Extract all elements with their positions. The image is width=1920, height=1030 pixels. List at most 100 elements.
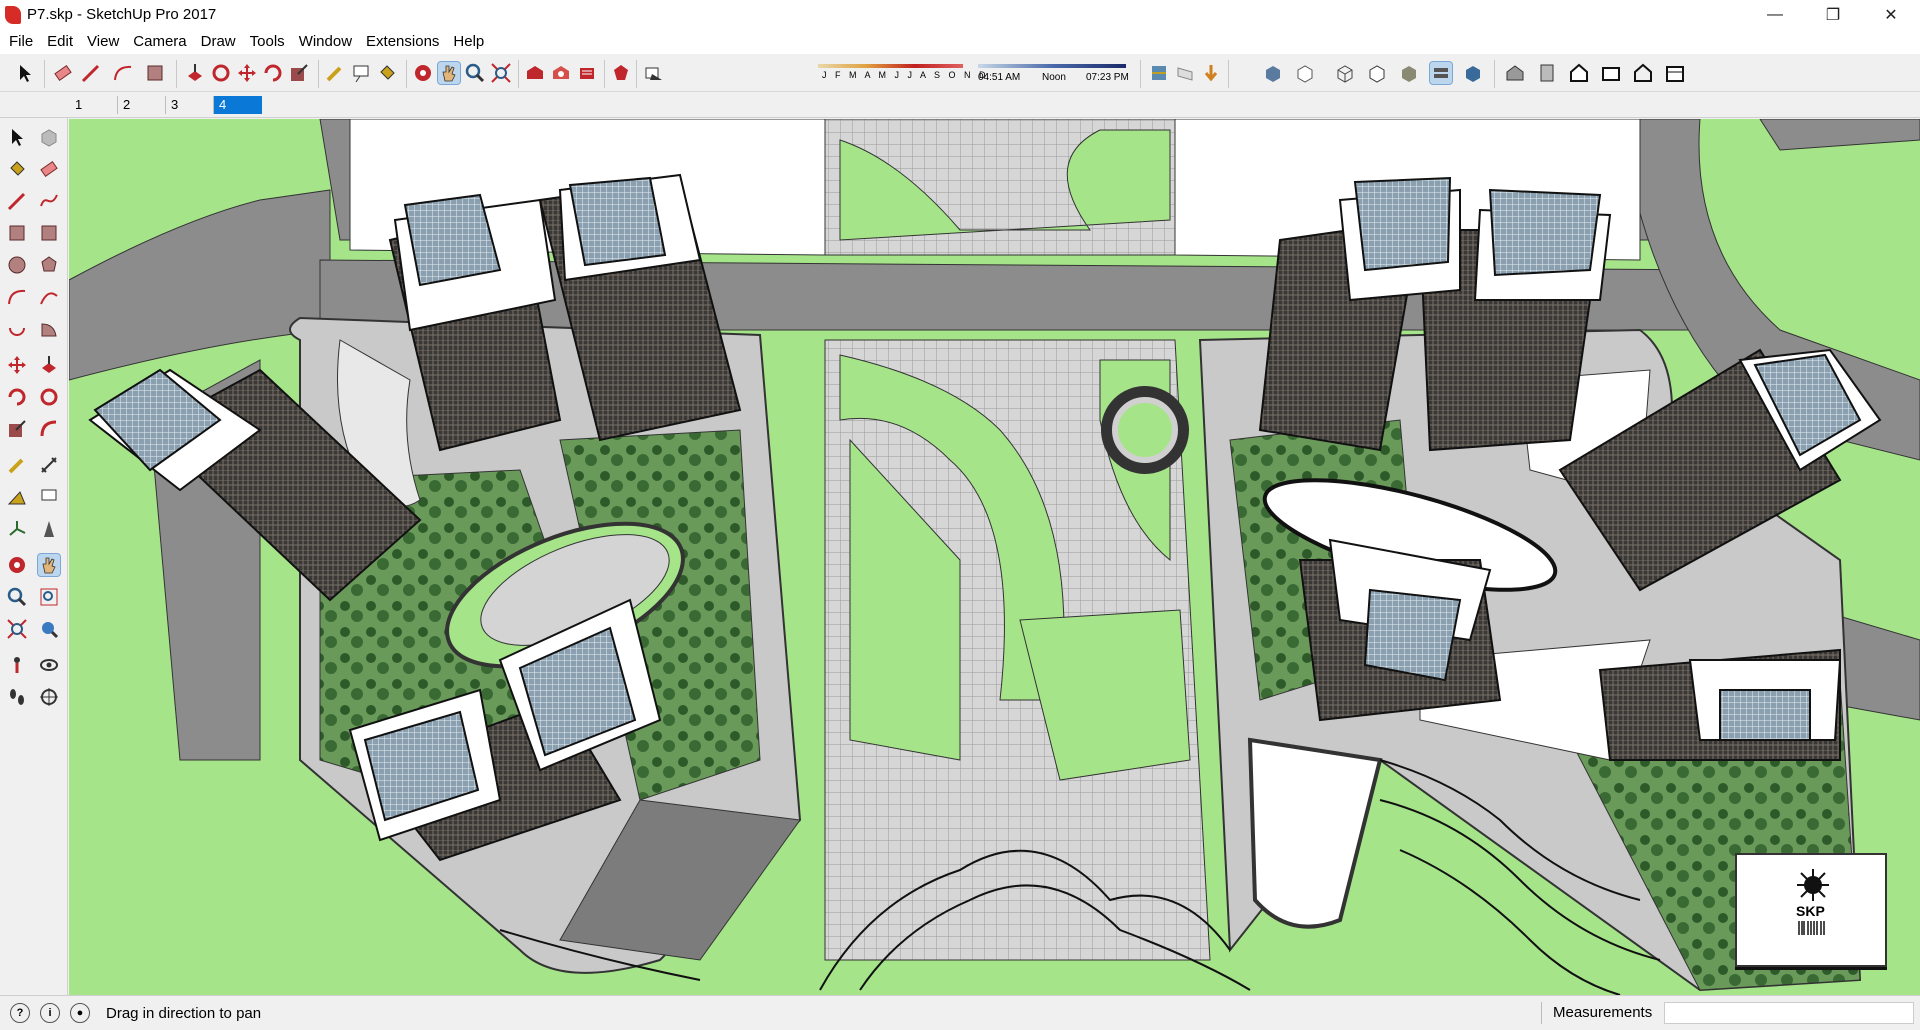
orbit-tool-icon[interactable] xyxy=(412,62,434,84)
paint-bucket-icon[interactable] xyxy=(6,158,28,180)
shaded-style-icon[interactable] xyxy=(1398,62,1420,84)
geo-location-icon[interactable]: ? xyxy=(10,1003,30,1023)
section-plane-icon[interactable] xyxy=(1148,62,1170,84)
freehand-icon[interactable] xyxy=(38,190,60,212)
rotated-rectangle-icon[interactable] xyxy=(38,222,60,244)
tape-measure-tool-icon[interactable] xyxy=(324,62,346,84)
warehouse-icon[interactable] xyxy=(524,62,546,84)
select-icon[interactable] xyxy=(6,126,28,148)
menu-edit[interactable]: Edit xyxy=(40,31,80,53)
rectangle-tool-icon[interactable] xyxy=(144,62,166,84)
measurements-input[interactable] xyxy=(1664,1002,1914,1024)
zoom-extents-tool-icon[interactable] xyxy=(490,62,512,84)
line-icon[interactable] xyxy=(6,190,28,212)
left-view-icon[interactable] xyxy=(1664,62,1686,84)
shaded-textures-style-icon[interactable] xyxy=(1429,61,1453,85)
scene-tab-1[interactable]: 1 xyxy=(70,96,118,114)
wireframe-style-icon[interactable] xyxy=(1334,62,1356,84)
menu-help[interactable]: Help xyxy=(446,31,491,53)
text-icon[interactable] xyxy=(38,486,60,508)
orbit-icon[interactable] xyxy=(6,554,28,576)
eraser-tool-icon[interactable] xyxy=(52,62,74,84)
model-viewport[interactable]: SKP xyxy=(69,119,1920,995)
menu-view[interactable]: View xyxy=(80,31,126,53)
walk-icon[interactable] xyxy=(6,686,28,708)
dimension-icon[interactable] xyxy=(38,454,60,476)
scene-tab-4[interactable]: 4 xyxy=(214,96,262,114)
restore-button[interactable]: ❐ xyxy=(1804,0,1862,30)
right-view-icon[interactable] xyxy=(1600,62,1622,84)
share-model-icon[interactable] xyxy=(550,62,572,84)
rotate-tool-icon[interactable] xyxy=(262,62,284,84)
make-component-icon[interactable] xyxy=(38,126,60,148)
xray-style-icon[interactable] xyxy=(1262,62,1284,84)
zoom-extents-icon[interactable] xyxy=(6,618,28,640)
zoom-icon[interactable] xyxy=(6,586,28,608)
shadows-toggle-icon[interactable] xyxy=(642,62,664,84)
top-view-icon[interactable] xyxy=(1536,62,1558,84)
follow-me-tool-icon[interactable] xyxy=(210,62,232,84)
position-camera-icon[interactable] xyxy=(6,654,28,676)
shadow-months-label: J F M A M J J A S O N D xyxy=(822,70,989,80)
select-tool-icon[interactable] xyxy=(14,62,36,84)
rotate-icon[interactable] xyxy=(6,386,28,408)
menu-window[interactable]: Window xyxy=(292,31,359,53)
user-account-icon[interactable]: ● xyxy=(70,1003,90,1023)
back-edges-style-icon[interactable] xyxy=(1294,62,1316,84)
section-plane-tool-icon[interactable] xyxy=(38,686,60,708)
menu-extensions[interactable]: Extensions xyxy=(359,31,446,53)
menu-tools[interactable]: Tools xyxy=(243,31,292,53)
push-pull-tool-icon[interactable] xyxy=(184,62,206,84)
polygon-icon[interactable] xyxy=(38,254,60,276)
paint-bucket-tool-icon[interactable] xyxy=(376,62,398,84)
pan-icon[interactable] xyxy=(37,553,61,577)
move-icon[interactable] xyxy=(6,354,28,376)
credits-icon[interactable]: i xyxy=(40,1003,60,1023)
extension-warehouse-icon[interactable] xyxy=(610,62,632,84)
zoom-window-icon[interactable] xyxy=(38,586,60,608)
menu-file[interactable]: File xyxy=(2,31,40,53)
offset-icon[interactable] xyxy=(38,418,60,440)
title-bar: P7.skp - SketchUp Pro 2017 — ❐ ✕ xyxy=(0,0,1920,30)
circle-icon[interactable] xyxy=(6,254,28,276)
scene-tab-2[interactable]: 2 xyxy=(118,96,166,114)
axes-icon[interactable] xyxy=(6,518,28,540)
three-point-arc-icon[interactable] xyxy=(6,318,28,340)
zoom-tool-icon[interactable] xyxy=(464,62,486,84)
push-pull-icon[interactable] xyxy=(38,354,60,376)
iso-view-icon[interactable] xyxy=(1504,62,1526,84)
look-around-icon[interactable] xyxy=(38,654,60,676)
minimize-button[interactable]: — xyxy=(1746,0,1804,30)
scale-icon[interactable] xyxy=(6,418,28,440)
scale-tool-icon[interactable] xyxy=(288,62,310,84)
menu-draw[interactable]: Draw xyxy=(194,31,243,53)
follow-me-icon[interactable] xyxy=(38,386,60,408)
rectangle-icon[interactable] xyxy=(6,222,28,244)
hidden-line-style-icon[interactable] xyxy=(1366,62,1388,84)
monochrome-style-icon[interactable] xyxy=(1462,62,1484,84)
move-tool-icon[interactable] xyxy=(236,62,258,84)
display-section-cuts-icon[interactable] xyxy=(1200,62,1222,84)
front-view-icon[interactable] xyxy=(1568,62,1590,84)
protractor-icon[interactable] xyxy=(6,486,28,508)
close-button[interactable]: ✕ xyxy=(1862,0,1920,30)
two-point-arc-icon[interactable] xyxy=(38,286,60,308)
arc-tool-icon[interactable] xyxy=(112,62,134,84)
shadow-date-slider[interactable] xyxy=(818,64,963,68)
menu-bar: File Edit View Camera Draw Tools Window … xyxy=(0,30,1920,54)
line-tool-icon[interactable] xyxy=(80,62,102,84)
menu-camera[interactable]: Camera xyxy=(126,31,193,53)
eraser-icon[interactable] xyxy=(38,158,60,180)
arc-icon[interactable] xyxy=(6,286,28,308)
3d-text-icon[interactable] xyxy=(38,518,60,540)
text-tool-icon[interactable] xyxy=(350,62,372,84)
scene-tab-3[interactable]: 3 xyxy=(166,96,214,114)
display-section-planes-icon[interactable] xyxy=(1174,62,1196,84)
previous-view-icon[interactable] xyxy=(38,618,60,640)
tape-measure-icon[interactable] xyxy=(6,454,28,476)
shadow-time-slider[interactable] xyxy=(978,64,1126,68)
back-view-icon[interactable] xyxy=(1632,62,1654,84)
share-component-icon[interactable] xyxy=(576,62,598,84)
pan-tool-icon[interactable] xyxy=(437,61,461,85)
pie-icon[interactable] xyxy=(38,318,60,340)
